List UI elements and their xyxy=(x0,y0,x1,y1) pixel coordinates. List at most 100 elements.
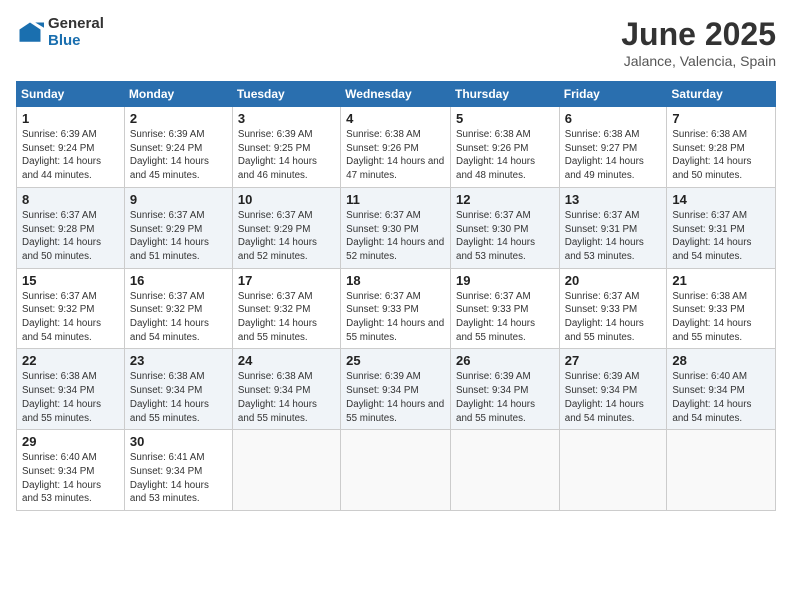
day-info: Sunrise: 6:37 AMSunset: 9:33 PMDaylight:… xyxy=(456,291,535,343)
day-info: Sunrise: 6:37 AMSunset: 9:31 PMDaylight:… xyxy=(565,210,644,262)
day-info: Sunrise: 6:40 AMSunset: 9:34 PMDaylight:… xyxy=(672,371,751,423)
calendar-cell: 20 Sunrise: 6:37 AMSunset: 9:33 PMDaylig… xyxy=(559,268,667,349)
calendar-week-2: 8 Sunrise: 6:37 AMSunset: 9:28 PMDayligh… xyxy=(17,187,776,268)
day-number: 11 xyxy=(346,192,445,207)
day-info: Sunrise: 6:39 AMSunset: 9:24 PMDaylight:… xyxy=(22,129,101,181)
day-number: 22 xyxy=(22,353,119,368)
calendar-cell: 16 Sunrise: 6:37 AMSunset: 9:32 PMDaylig… xyxy=(124,268,232,349)
calendar-header-row: Sunday Monday Tuesday Wednesday Thursday… xyxy=(17,82,776,107)
header-tuesday: Tuesday xyxy=(232,82,340,107)
calendar-week-4: 22 Sunrise: 6:38 AMSunset: 9:34 PMDaylig… xyxy=(17,349,776,430)
calendar-cell: 14 Sunrise: 6:37 AMSunset: 9:31 PMDaylig… xyxy=(667,187,776,268)
day-info: Sunrise: 6:40 AMSunset: 9:34 PMDaylight:… xyxy=(22,452,101,504)
calendar-cell: 8 Sunrise: 6:37 AMSunset: 9:28 PMDayligh… xyxy=(17,187,125,268)
calendar-cell: 22 Sunrise: 6:38 AMSunset: 9:34 PMDaylig… xyxy=(17,349,125,430)
day-number: 16 xyxy=(130,273,227,288)
day-info: Sunrise: 6:38 AMSunset: 9:34 PMDaylight:… xyxy=(130,371,209,423)
header-sunday: Sunday xyxy=(17,82,125,107)
calendar-cell: 18 Sunrise: 6:37 AMSunset: 9:33 PMDaylig… xyxy=(341,268,451,349)
calendar-cell: 23 Sunrise: 6:38 AMSunset: 9:34 PMDaylig… xyxy=(124,349,232,430)
logo: General Blue xyxy=(16,16,104,49)
calendar-cell xyxy=(667,430,776,511)
day-info: Sunrise: 6:37 AMSunset: 9:30 PMDaylight:… xyxy=(456,210,535,262)
calendar-cell: 28 Sunrise: 6:40 AMSunset: 9:34 PMDaylig… xyxy=(667,349,776,430)
calendar-cell: 3 Sunrise: 6:39 AMSunset: 9:25 PMDayligh… xyxy=(232,107,340,188)
calendar-cell: 27 Sunrise: 6:39 AMSunset: 9:34 PMDaylig… xyxy=(559,349,667,430)
day-number: 21 xyxy=(672,273,770,288)
location: Jalance, Valencia, Spain xyxy=(621,53,776,69)
day-number: 23 xyxy=(130,353,227,368)
calendar-cell: 9 Sunrise: 6:37 AMSunset: 9:29 PMDayligh… xyxy=(124,187,232,268)
calendar-cell xyxy=(451,430,560,511)
logo-blue: Blue xyxy=(48,33,104,50)
day-info: Sunrise: 6:38 AMSunset: 9:28 PMDaylight:… xyxy=(672,129,751,181)
calendar-cell: 10 Sunrise: 6:37 AMSunset: 9:29 PMDaylig… xyxy=(232,187,340,268)
calendar-week-5: 29 Sunrise: 6:40 AMSunset: 9:34 PMDaylig… xyxy=(17,430,776,511)
day-info: Sunrise: 6:39 AMSunset: 9:25 PMDaylight:… xyxy=(238,129,317,181)
day-number: 26 xyxy=(456,353,554,368)
calendar-cell: 1 Sunrise: 6:39 AMSunset: 9:24 PMDayligh… xyxy=(17,107,125,188)
calendar-cell: 12 Sunrise: 6:37 AMSunset: 9:30 PMDaylig… xyxy=(451,187,560,268)
header-monday: Monday xyxy=(124,82,232,107)
page: General Blue June 2025 Jalance, Valencia… xyxy=(0,0,792,612)
day-info: Sunrise: 6:37 AMSunset: 9:33 PMDaylight:… xyxy=(346,291,444,343)
day-info: Sunrise: 6:37 AMSunset: 9:33 PMDaylight:… xyxy=(565,291,644,343)
calendar-cell: 5 Sunrise: 6:38 AMSunset: 9:26 PMDayligh… xyxy=(451,107,560,188)
calendar-cell: 24 Sunrise: 6:38 AMSunset: 9:34 PMDaylig… xyxy=(232,349,340,430)
day-number: 25 xyxy=(346,353,445,368)
day-info: Sunrise: 6:37 AMSunset: 9:28 PMDaylight:… xyxy=(22,210,101,262)
day-info: Sunrise: 6:39 AMSunset: 9:24 PMDaylight:… xyxy=(130,129,209,181)
day-number: 6 xyxy=(565,111,662,126)
day-number: 18 xyxy=(346,273,445,288)
calendar-cell: 4 Sunrise: 6:38 AMSunset: 9:26 PMDayligh… xyxy=(341,107,451,188)
day-number: 7 xyxy=(672,111,770,126)
day-number: 8 xyxy=(22,192,119,207)
day-info: Sunrise: 6:38 AMSunset: 9:26 PMDaylight:… xyxy=(346,129,444,181)
calendar-cell xyxy=(559,430,667,511)
day-number: 24 xyxy=(238,353,335,368)
day-number: 1 xyxy=(22,111,119,126)
day-info: Sunrise: 6:39 AMSunset: 9:34 PMDaylight:… xyxy=(456,371,535,423)
logo-text: General Blue xyxy=(48,16,104,49)
calendar-cell: 30 Sunrise: 6:41 AMSunset: 9:34 PMDaylig… xyxy=(124,430,232,511)
calendar-cell: 13 Sunrise: 6:37 AMSunset: 9:31 PMDaylig… xyxy=(559,187,667,268)
day-number: 14 xyxy=(672,192,770,207)
calendar-cell xyxy=(232,430,340,511)
calendar-cell: 17 Sunrise: 6:37 AMSunset: 9:32 PMDaylig… xyxy=(232,268,340,349)
day-number: 30 xyxy=(130,434,227,449)
calendar-table: Sunday Monday Tuesday Wednesday Thursday… xyxy=(16,81,776,511)
header: General Blue June 2025 Jalance, Valencia… xyxy=(16,16,776,69)
day-info: Sunrise: 6:37 AMSunset: 9:30 PMDaylight:… xyxy=(346,210,444,262)
day-number: 10 xyxy=(238,192,335,207)
day-info: Sunrise: 6:38 AMSunset: 9:34 PMDaylight:… xyxy=(22,371,101,423)
day-info: Sunrise: 6:37 AMSunset: 9:29 PMDaylight:… xyxy=(130,210,209,262)
day-info: Sunrise: 6:38 AMSunset: 9:27 PMDaylight:… xyxy=(565,129,644,181)
logo-general: General xyxy=(48,16,104,33)
calendar-week-1: 1 Sunrise: 6:39 AMSunset: 9:24 PMDayligh… xyxy=(17,107,776,188)
day-number: 19 xyxy=(456,273,554,288)
header-friday: Friday xyxy=(559,82,667,107)
calendar-cell: 11 Sunrise: 6:37 AMSunset: 9:30 PMDaylig… xyxy=(341,187,451,268)
day-number: 4 xyxy=(346,111,445,126)
day-info: Sunrise: 6:41 AMSunset: 9:34 PMDaylight:… xyxy=(130,452,209,504)
day-info: Sunrise: 6:37 AMSunset: 9:29 PMDaylight:… xyxy=(238,210,317,262)
calendar-cell: 7 Sunrise: 6:38 AMSunset: 9:28 PMDayligh… xyxy=(667,107,776,188)
day-number: 5 xyxy=(456,111,554,126)
calendar-cell: 21 Sunrise: 6:38 AMSunset: 9:33 PMDaylig… xyxy=(667,268,776,349)
header-saturday: Saturday xyxy=(667,82,776,107)
day-number: 17 xyxy=(238,273,335,288)
day-info: Sunrise: 6:37 AMSunset: 9:31 PMDaylight:… xyxy=(672,210,751,262)
calendar-cell: 29 Sunrise: 6:40 AMSunset: 9:34 PMDaylig… xyxy=(17,430,125,511)
day-number: 3 xyxy=(238,111,335,126)
day-info: Sunrise: 6:37 AMSunset: 9:32 PMDaylight:… xyxy=(22,291,101,343)
day-number: 9 xyxy=(130,192,227,207)
day-info: Sunrise: 6:38 AMSunset: 9:33 PMDaylight:… xyxy=(672,291,751,343)
day-info: Sunrise: 6:39 AMSunset: 9:34 PMDaylight:… xyxy=(565,371,644,423)
header-thursday: Thursday xyxy=(451,82,560,107)
day-info: Sunrise: 6:38 AMSunset: 9:34 PMDaylight:… xyxy=(238,371,317,423)
calendar-cell: 15 Sunrise: 6:37 AMSunset: 9:32 PMDaylig… xyxy=(17,268,125,349)
day-number: 20 xyxy=(565,273,662,288)
day-number: 12 xyxy=(456,192,554,207)
logo-icon xyxy=(16,19,44,47)
day-number: 2 xyxy=(130,111,227,126)
